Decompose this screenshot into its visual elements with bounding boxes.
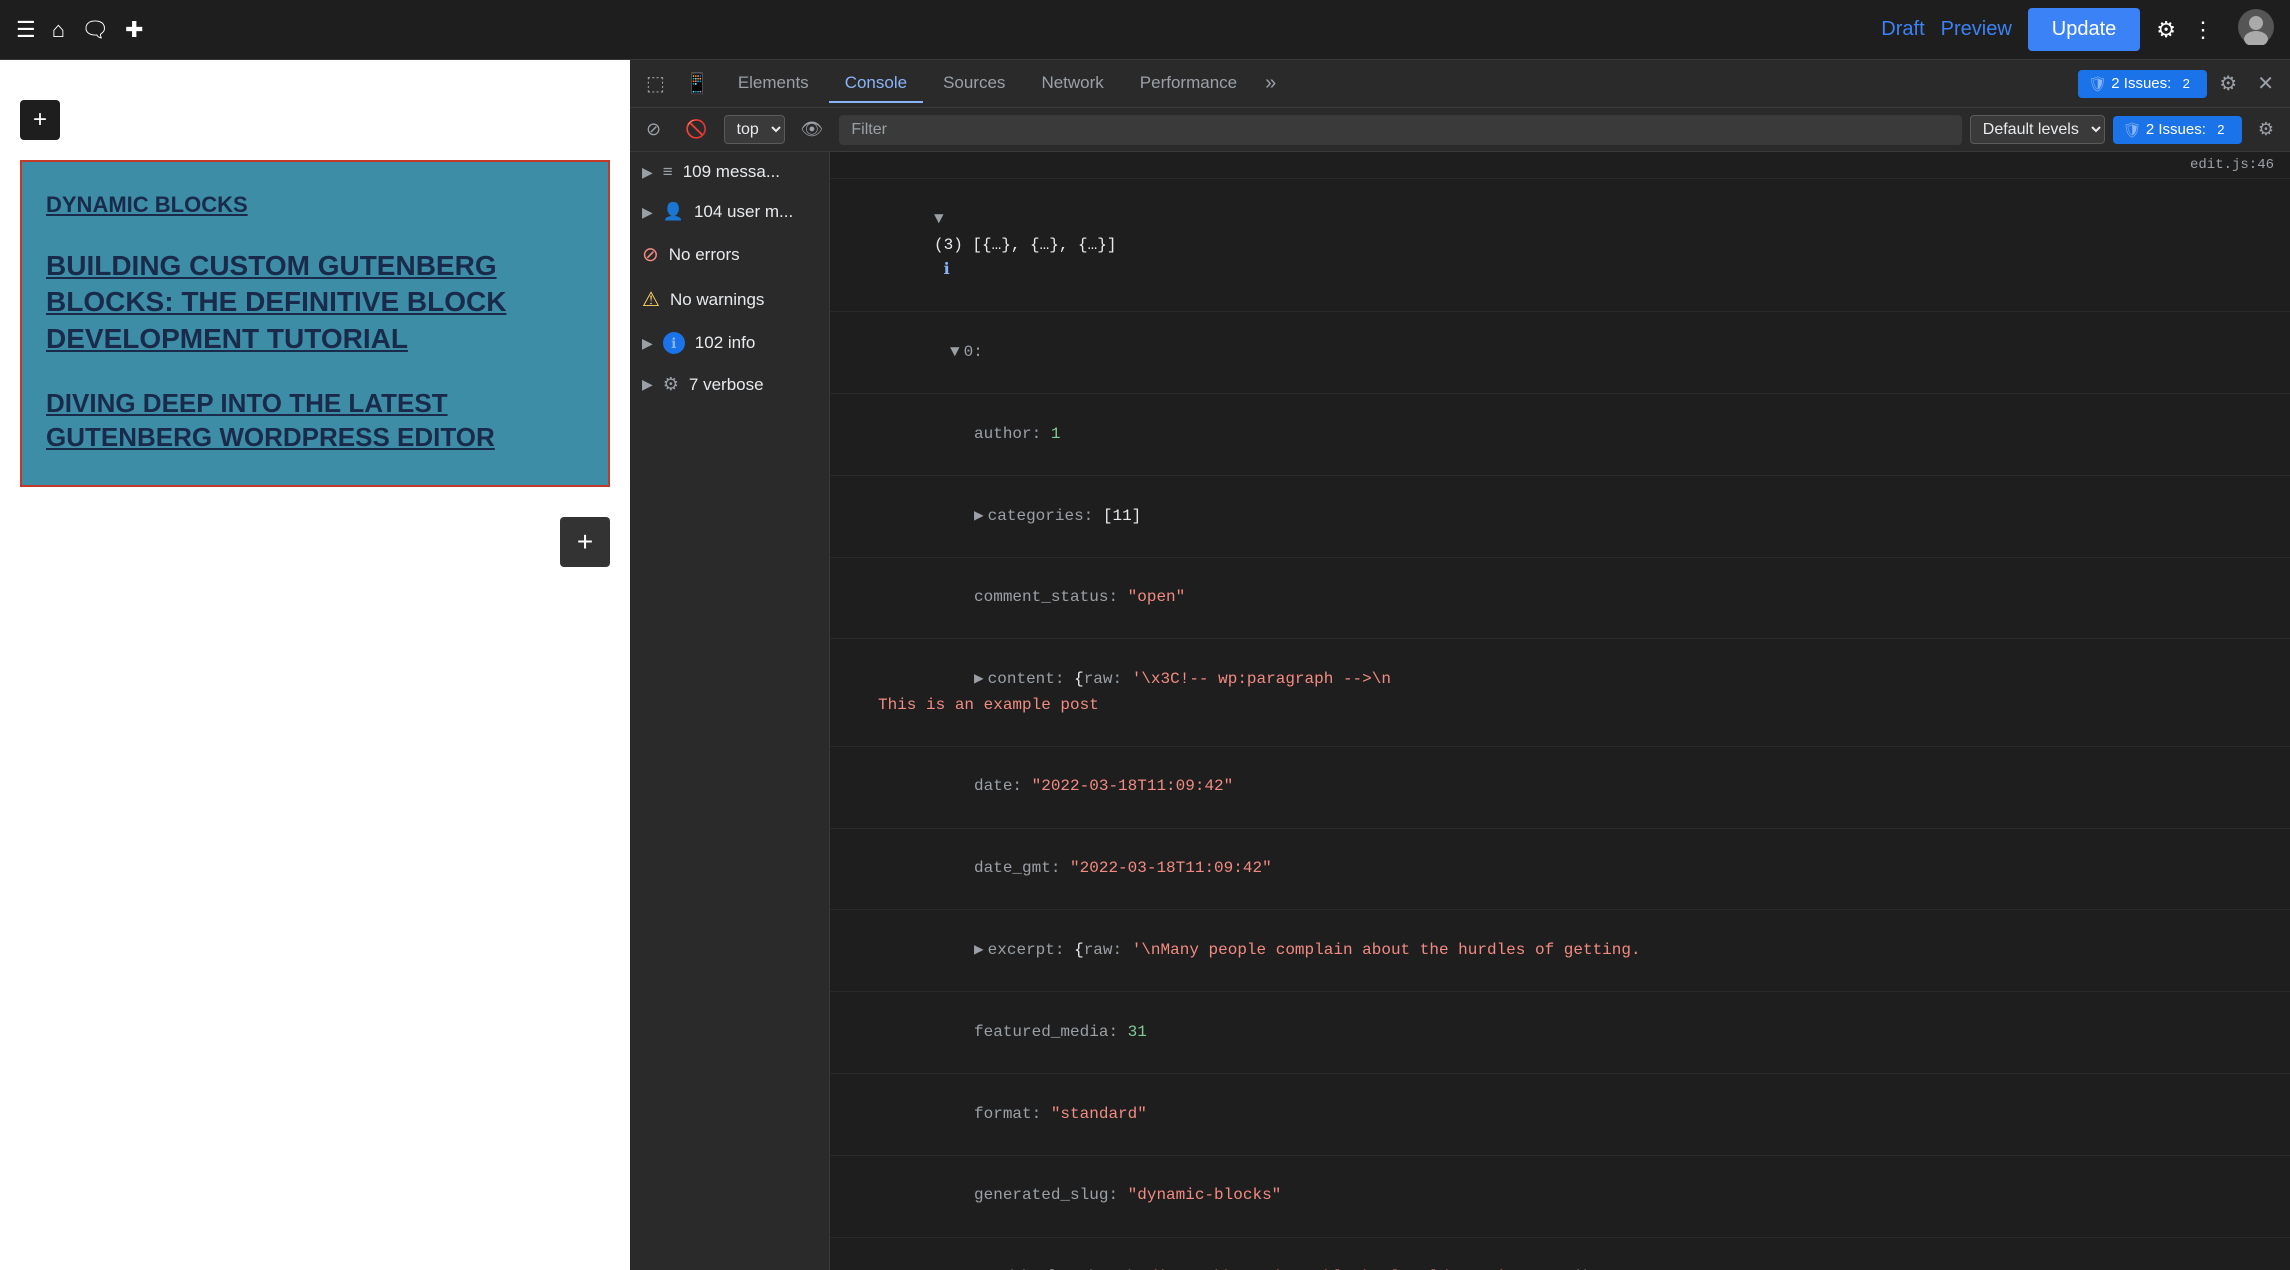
devtools-main-area: ▶ ≡ 109 messa... ▶ 👤 104 user m... ⊘ No … [630, 152, 2290, 1270]
user-avatar[interactable] [2238, 9, 2274, 50]
devtools-settings-icon[interactable]: ⚙ [2211, 67, 2245, 100]
field-featured-media: featured_media: 31 [830, 992, 2290, 1074]
field-0-key: ▼0: [830, 312, 2290, 394]
error-icon: ⊘ [642, 242, 659, 267]
draft-button[interactable]: Draft [1881, 18, 1924, 41]
devtools-device-icon[interactable]: 📱 [677, 67, 718, 100]
field-excerpt[interactable]: ▶excerpt: {raw: '\nMany people complain … [830, 910, 2290, 992]
tab-performance[interactable]: Performance [1124, 65, 1253, 103]
field-author: author: 1 [830, 394, 2290, 476]
verbose-label: 7 verbose [689, 375, 764, 395]
content-block: DYNAMIC BLOCKS BUILDING CUSTOM GUTENBERG… [20, 160, 610, 487]
field-categories[interactable]: ▶categories: [11] [830, 476, 2290, 558]
user-icon: 👤 [663, 202, 684, 222]
field-guid[interactable]: ▶guid: {rendered: 'http://gutenberg-bloc… [830, 1238, 2290, 1270]
editor-panel: + DYNAMIC BLOCKS BUILDING CUSTOM GUTENBE… [0, 60, 630, 1270]
field-date-gmt: date_gmt: "2022-03-18T11:09:42" [830, 829, 2290, 911]
field-date: date: "2022-03-18T11:09:42" [830, 747, 2290, 829]
messages-list-icon: ≡ [663, 162, 673, 182]
hamburger-icon[interactable]: ☰ [16, 17, 36, 43]
sidebar-item-warnings[interactable]: ⚠ No warnings [630, 277, 829, 322]
info-label: 102 info [695, 333, 756, 353]
secondary-issues-badge[interactable]: 🛡 2 Issues: 2 [2113, 116, 2242, 144]
console-root-line[interactable]: ▼ (3) [{…}, {…}, {…}] ℹ [830, 179, 2290, 312]
filter-icon[interactable]: 🚫 [677, 115, 715, 144]
sidebar-item-verbose[interactable]: ▶ ⚙ 7 verbose [630, 364, 829, 405]
add-block-button[interactable]: + [560, 517, 610, 567]
expand-messages-icon: ▶ [642, 164, 653, 181]
more-options-icon[interactable]: ⋮ [2192, 17, 2214, 43]
secondary-issues-label: 2 Issues: [2146, 121, 2206, 138]
errors-label: No errors [669, 245, 740, 265]
sidebar-item-info[interactable]: ▶ ℹ 102 info [630, 322, 829, 364]
eye-icon[interactable]: 👁 [793, 115, 832, 144]
secondary-settings-icon[interactable]: ⚙ [2250, 115, 2282, 144]
settings-gear-icon[interactable]: ⚙ [2156, 17, 2176, 43]
block-title-dynamic: DYNAMIC BLOCKS [46, 192, 584, 218]
preview-button[interactable]: Preview [1941, 18, 2012, 41]
editor-add-button[interactable]: + [20, 100, 60, 140]
devtools-tabbar: ⬚ 📱 Elements Console Sources Network Per… [630, 60, 2290, 108]
devtools-close-icon[interactable]: ✕ [2249, 67, 2282, 100]
tab-elements[interactable]: Elements [722, 65, 825, 103]
devtools-panel: ⬚ 📱 Elements Console Sources Network Per… [630, 60, 2290, 1270]
tab-console[interactable]: Console [829, 65, 923, 103]
issues-count-number: 2 [2175, 73, 2197, 95]
user-label: 104 user m... [694, 202, 793, 222]
field-generated-slug: generated_slug: "dynamic-blocks" [830, 1156, 2290, 1238]
sidebar-item-messages[interactable]: ▶ ≡ 109 messa... [630, 152, 829, 192]
secondary-issues-number: 2 [2210, 119, 2232, 141]
console-sidebar: ▶ ≡ 109 messa... ▶ 👤 104 user m... ⊘ No … [630, 152, 830, 1270]
tab-network[interactable]: Network [1025, 65, 1119, 103]
expand-verbose-icon: ▶ [642, 376, 653, 393]
warning-icon: ⚠ [642, 287, 660, 312]
sidebar-item-user[interactable]: ▶ 👤 104 user m... [630, 192, 829, 232]
home-icon[interactable]: ⌂ [52, 17, 65, 43]
wp-topbar: ☰ ⌂ 🗨 ✚ Draft Preview Update ⚙ ⋮ [0, 0, 2290, 60]
filter-input[interactable] [839, 115, 1961, 145]
issues-count-label: 2 Issues: [2111, 75, 2171, 92]
issues-badge-icon: 🛡 [2088, 75, 2107, 93]
field-content[interactable]: ▶content: {raw: '\x3C!-- wp:paragraph --… [830, 639, 2290, 746]
devtools-more-tabs-icon[interactable]: » [1257, 68, 1284, 99]
messages-label: 109 messa... [683, 162, 780, 182]
root-expand-icon[interactable]: ▼ [934, 210, 944, 228]
info-icon: ℹ [663, 332, 685, 354]
field-format: format: "standard" [830, 1074, 2290, 1156]
devtools-secondary-bar: ⊘ 🚫 top 👁 Default levels 🛡 2 Issues: 2 ⚙ [630, 108, 2290, 152]
devtools-inspect-icon[interactable]: ⬚ [638, 67, 673, 100]
context-selector[interactable]: top [724, 115, 785, 144]
add-icon[interactable]: ✚ [125, 17, 143, 43]
tab-sources[interactable]: Sources [927, 65, 1021, 103]
block-title-diving: DIVING DEEP INTO THE LATEST GUTENBERG WO… [46, 387, 584, 455]
console-header-line: edit.js:46 [830, 152, 2290, 179]
block-title-gutenberg: BUILDING CUSTOM GUTENBERG BLOCKS: THE DE… [46, 248, 584, 357]
verbose-icon: ⚙ [663, 374, 679, 395]
console-output: edit.js:46 ▼ (3) [{…}, {…}, {…}] ℹ ▼0: a… [830, 152, 2290, 1270]
clear-console-icon[interactable]: ⊘ [638, 115, 669, 144]
expand-info-icon: ▶ [642, 335, 653, 352]
field-comment-status: comment_status: "open" [830, 558, 2290, 640]
levels-selector[interactable]: Default levels [1970, 115, 2105, 144]
issues-badge[interactable]: 🛡 2 Issues: 2 [2078, 70, 2207, 98]
feedback-icon[interactable]: 🗨 [81, 17, 109, 43]
expand-user-icon: ▶ [642, 204, 653, 221]
warnings-label: No warnings [670, 290, 765, 310]
main-layout: + DYNAMIC BLOCKS BUILDING CUSTOM GUTENBE… [0, 60, 2290, 1270]
sidebar-item-errors[interactable]: ⊘ No errors [630, 232, 829, 277]
secondary-issues-icon: 🛡 [2123, 121, 2142, 139]
update-button[interactable]: Update [2028, 8, 2141, 51]
